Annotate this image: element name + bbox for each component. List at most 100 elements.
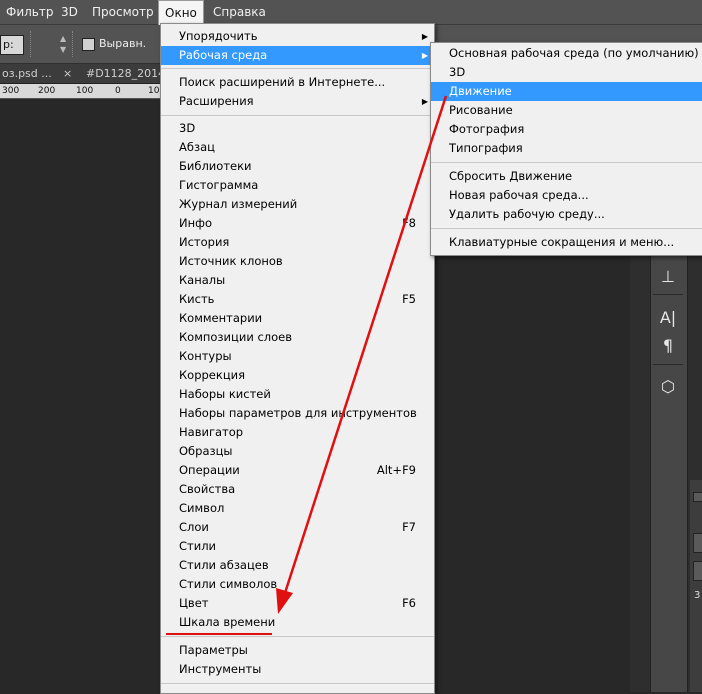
menu-item-label: Композиции слоев bbox=[179, 330, 293, 344]
menu-item-history[interactable]: История bbox=[161, 233, 434, 252]
menu-separator bbox=[161, 683, 434, 684]
menu-item-label: Шкала времени bbox=[179, 615, 276, 629]
panel-divider bbox=[653, 294, 683, 295]
menu-item-label: 3D bbox=[449, 65, 466, 79]
menu-item-label: Гистограмма bbox=[179, 178, 259, 192]
menu-item-libraries[interactable]: Библиотеки bbox=[161, 157, 434, 176]
submenu-item-photography[interactable]: Фотография bbox=[431, 120, 702, 139]
submenu-item-3d[interactable]: 3D bbox=[431, 63, 702, 82]
menu-item-label: Упорядочить bbox=[179, 29, 258, 43]
horizontal-ruler: 300 200 100 0 100 bbox=[0, 84, 165, 99]
menu-item-measurement-log[interactable]: Журнал измерений bbox=[161, 195, 434, 214]
menu-item-info[interactable]: Инфо F8 bbox=[161, 214, 434, 233]
panel-edge-control[interactable] bbox=[693, 533, 702, 553]
menu-item-label: Наборы параметров для инструментов bbox=[179, 406, 417, 420]
3d-cube-icon[interactable]: ⬡ bbox=[657, 376, 679, 398]
menu-item-tool-presets[interactable]: Наборы параметров для инструментов bbox=[161, 404, 434, 423]
panel-divider bbox=[653, 364, 683, 365]
align-checkbox[interactable] bbox=[82, 38, 95, 51]
menu-item-label: Фотография bbox=[449, 122, 525, 136]
menu-help[interactable]: Справка bbox=[207, 0, 272, 24]
menu-item-navigator[interactable]: Навигатор bbox=[161, 423, 434, 442]
menu-filter[interactable]: Фильтр bbox=[0, 0, 59, 24]
menu-item-label: Каналы bbox=[179, 273, 226, 287]
menu-item-channels[interactable]: Каналы bbox=[161, 271, 434, 290]
menu-item-character-styles[interactable]: Стили символов bbox=[161, 575, 434, 594]
menu-item-label: Источник клонов bbox=[179, 254, 283, 268]
menu-item-paragraph[interactable]: Абзац bbox=[161, 138, 434, 157]
submenu-item-typography[interactable]: Типография bbox=[431, 139, 702, 158]
menu-item-options[interactable]: Параметры bbox=[161, 641, 434, 660]
menu-item-label: Символ bbox=[179, 501, 225, 515]
menu-item-find-extensions[interactable]: Поиск расширений в Интернете... bbox=[161, 73, 434, 92]
menu-item-label: Цвет bbox=[179, 596, 209, 610]
menu-item-swatches[interactable]: Образцы bbox=[161, 442, 434, 461]
menu-item-extensions[interactable]: Расширения ▶ bbox=[161, 92, 434, 111]
submenu-item-essentials[interactable]: Основная рабочая среда (по умолчанию) bbox=[431, 44, 702, 63]
options-field[interactable]: р: bbox=[0, 35, 24, 55]
menu-item-layer-comps[interactable]: Композиции слоев bbox=[161, 328, 434, 347]
character-icon[interactable]: A| bbox=[657, 307, 679, 329]
menu-item-color[interactable]: Цвет F6 bbox=[161, 594, 434, 613]
menu-item-shortcut: F5 bbox=[402, 292, 416, 306]
document-tab-2[interactable]: #D1128_2014 bbox=[86, 64, 165, 83]
submenu-arrow-icon: ▶ bbox=[421, 32, 428, 41]
menu-separator bbox=[431, 228, 702, 229]
paragraph-icon[interactable]: ¶ bbox=[657, 335, 679, 357]
menu-item-arrange[interactable]: Упорядочить ▶ bbox=[161, 27, 434, 46]
menu-item-clone-source[interactable]: Источник клонов bbox=[161, 252, 434, 271]
menu-item-label: Стили символов bbox=[179, 577, 278, 591]
panel-edge-label: 3 bbox=[694, 590, 701, 601]
menu-3d[interactable]: 3D bbox=[55, 0, 84, 24]
menu-item-label: Комментарии bbox=[179, 311, 263, 325]
menu-item-label: Движение bbox=[449, 84, 512, 98]
panel-edge-control[interactable] bbox=[693, 492, 702, 502]
menu-item-adjustments[interactable]: Коррекция bbox=[161, 366, 434, 385]
ruler-tool-icon[interactable]: ⊥ bbox=[657, 266, 679, 288]
align-checkbox-label: Выравн. bbox=[99, 37, 147, 50]
menu-item-label: Образцы bbox=[179, 444, 233, 458]
document-tab-1[interactable]: оз.psd ... bbox=[2, 64, 52, 83]
menu-item-comments[interactable]: Комментарии bbox=[161, 309, 434, 328]
menu-item-label: Слои bbox=[179, 520, 209, 534]
menu-item-character[interactable]: Символ bbox=[161, 499, 434, 518]
menu-item-shortcut: F6 bbox=[402, 596, 416, 610]
close-tab-icon[interactable]: × bbox=[63, 64, 72, 83]
menu-item-label: Абзац bbox=[179, 140, 215, 154]
menu-item-tools[interactable]: Инструменты bbox=[161, 660, 434, 679]
menu-item-layers[interactable]: Слои F7 bbox=[161, 518, 434, 537]
menu-item-label: Наборы кистей bbox=[179, 387, 271, 401]
menu-window[interactable]: Окно bbox=[158, 0, 204, 25]
submenu-item-painting[interactable]: Рисование bbox=[431, 101, 702, 120]
menu-item-label: Рисование bbox=[449, 103, 513, 117]
menu-view[interactable]: Просмотр bbox=[86, 0, 160, 24]
menu-item-histogram[interactable]: Гистограмма bbox=[161, 176, 434, 195]
menu-item-label: Контуры bbox=[179, 349, 232, 363]
options-separator bbox=[30, 31, 33, 57]
menu-separator bbox=[161, 115, 434, 116]
menu-item-label: Стили абзацев bbox=[179, 558, 269, 572]
menu-item-brush-presets[interactable]: Наборы кистей bbox=[161, 385, 434, 404]
menu-item-actions[interactable]: Операции Alt+F9 bbox=[161, 461, 434, 480]
menu-item-paths[interactable]: Контуры bbox=[161, 347, 434, 366]
menu-item-label: Свойства bbox=[179, 482, 236, 496]
submenu-item-motion[interactable]: Движение bbox=[431, 82, 702, 101]
menu-item-properties[interactable]: Свойства bbox=[161, 480, 434, 499]
menu-bar: Фильтр 3D Просмотр Окно Справка bbox=[0, 0, 702, 25]
submenu-item-new-workspace[interactable]: Новая рабочая среда... bbox=[431, 186, 702, 205]
menu-item-brush[interactable]: Кисть F5 bbox=[161, 290, 434, 309]
menu-item-styles[interactable]: Стили bbox=[161, 537, 434, 556]
menu-item-workspace[interactable]: Рабочая среда ▶ bbox=[161, 46, 434, 65]
menu-item-shortcut: Alt+F9 bbox=[376, 463, 416, 477]
menu-item-label: Кисть bbox=[179, 292, 215, 306]
menu-item-paragraph-styles[interactable]: Стили абзацев bbox=[161, 556, 434, 575]
submenu-item-delete-workspace[interactable]: Удалить рабочую среду... bbox=[431, 205, 702, 224]
menu-item-3d[interactable]: 3D bbox=[161, 119, 434, 138]
spinner-arrows-icon[interactable]: ▲ ▼ bbox=[60, 33, 68, 55]
menu-item-shortcut: F7 bbox=[402, 520, 416, 534]
panel-edge-control[interactable] bbox=[693, 561, 702, 581]
menu-item-timeline[interactable]: Шкала времени bbox=[161, 613, 434, 632]
submenu-item-reset-motion[interactable]: Сбросить Движение bbox=[431, 167, 702, 186]
submenu-item-keyboard-shortcuts[interactable]: Клавиатурные сокращения и меню... bbox=[431, 233, 702, 252]
menu-item-label: Стили bbox=[179, 539, 217, 553]
